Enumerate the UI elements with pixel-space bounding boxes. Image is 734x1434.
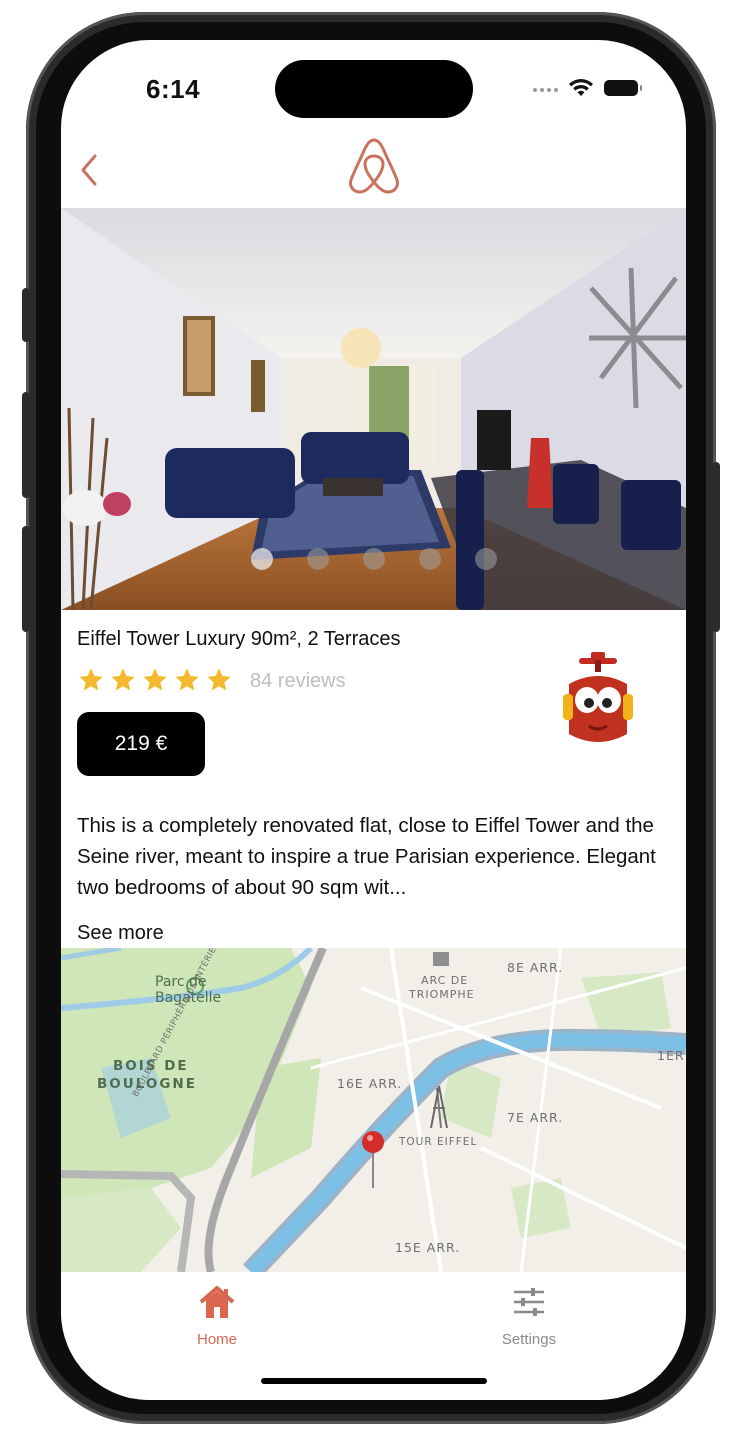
pager-dot[interactable] <box>418 548 441 570</box>
airbnb-logo-icon <box>349 138 399 194</box>
photo-pager[interactable] <box>61 548 686 570</box>
map-label-tour-eiffel: TOUR EIFFEL <box>399 1136 478 1148</box>
action-button <box>22 288 30 342</box>
battery-icon <box>604 80 642 96</box>
listing-photo[interactable] <box>61 208 686 610</box>
map-label-triomphe: TRIOMPHE <box>409 988 475 1001</box>
location-map[interactable]: Parc de Bagatelle BOIS DE BOULOGNE ARC D… <box>61 948 686 1272</box>
pager-dot[interactable] <box>474 548 497 570</box>
wifi-icon <box>569 79 593 96</box>
host-avatar <box>563 652 633 742</box>
star-icon <box>111 668 135 691</box>
pager-dot[interactable] <box>250 548 273 570</box>
dynamic-island <box>275 60 473 118</box>
see-more-link[interactable]: See more <box>77 922 164 945</box>
power-button <box>712 462 720 632</box>
pager-dot[interactable] <box>306 548 329 570</box>
rating-stars <box>77 666 233 694</box>
tab-settings-label: Settings <box>501 1331 557 1348</box>
signal-icon <box>530 79 558 97</box>
map-label-16e: 16E ARR. <box>337 1076 403 1091</box>
map-label-8e: 8E ARR. <box>507 960 564 975</box>
star-icon <box>175 668 199 691</box>
volume-up-button <box>22 392 30 498</box>
map-label-15e: 15E ARR. <box>395 1240 461 1255</box>
map-label-arc: ARC DE <box>421 974 469 987</box>
map-label-7e: 7E ARR. <box>507 1110 564 1125</box>
tab-settings[interactable]: Settings <box>469 1282 589 1348</box>
tab-home[interactable]: Home <box>157 1282 277 1348</box>
sliders-icon <box>514 1288 544 1316</box>
price-button[interactable]: 219 € <box>77 712 205 776</box>
nav-bar <box>61 136 686 208</box>
home-indicator[interactable] <box>261 1378 487 1384</box>
map-label-1er: 1ER <box>657 1048 685 1063</box>
reviews-count[interactable]: 84 reviews <box>250 670 346 693</box>
pager-dot[interactable] <box>362 548 385 570</box>
listing-title: Eiffel Tower Luxury 90m², 2 Terraces <box>77 628 401 650</box>
tab-home-label: Home <box>196 1331 237 1348</box>
app-screen: 6:14 Eiffel Tower Luxury 90m², 2 Terrace… <box>61 40 686 1400</box>
status-time: 6:14 <box>146 74 201 104</box>
volume-down-button <box>22 526 30 632</box>
chevron-left-icon[interactable] <box>71 150 111 190</box>
house-icon <box>199 1286 235 1318</box>
star-icon <box>143 668 167 691</box>
star-icon <box>79 668 103 691</box>
star-icon <box>207 668 231 691</box>
status-icons <box>530 78 642 98</box>
listing-description: This is a completely renovated flat, clo… <box>77 814 656 899</box>
status-bar: 6:14 <box>61 40 686 140</box>
